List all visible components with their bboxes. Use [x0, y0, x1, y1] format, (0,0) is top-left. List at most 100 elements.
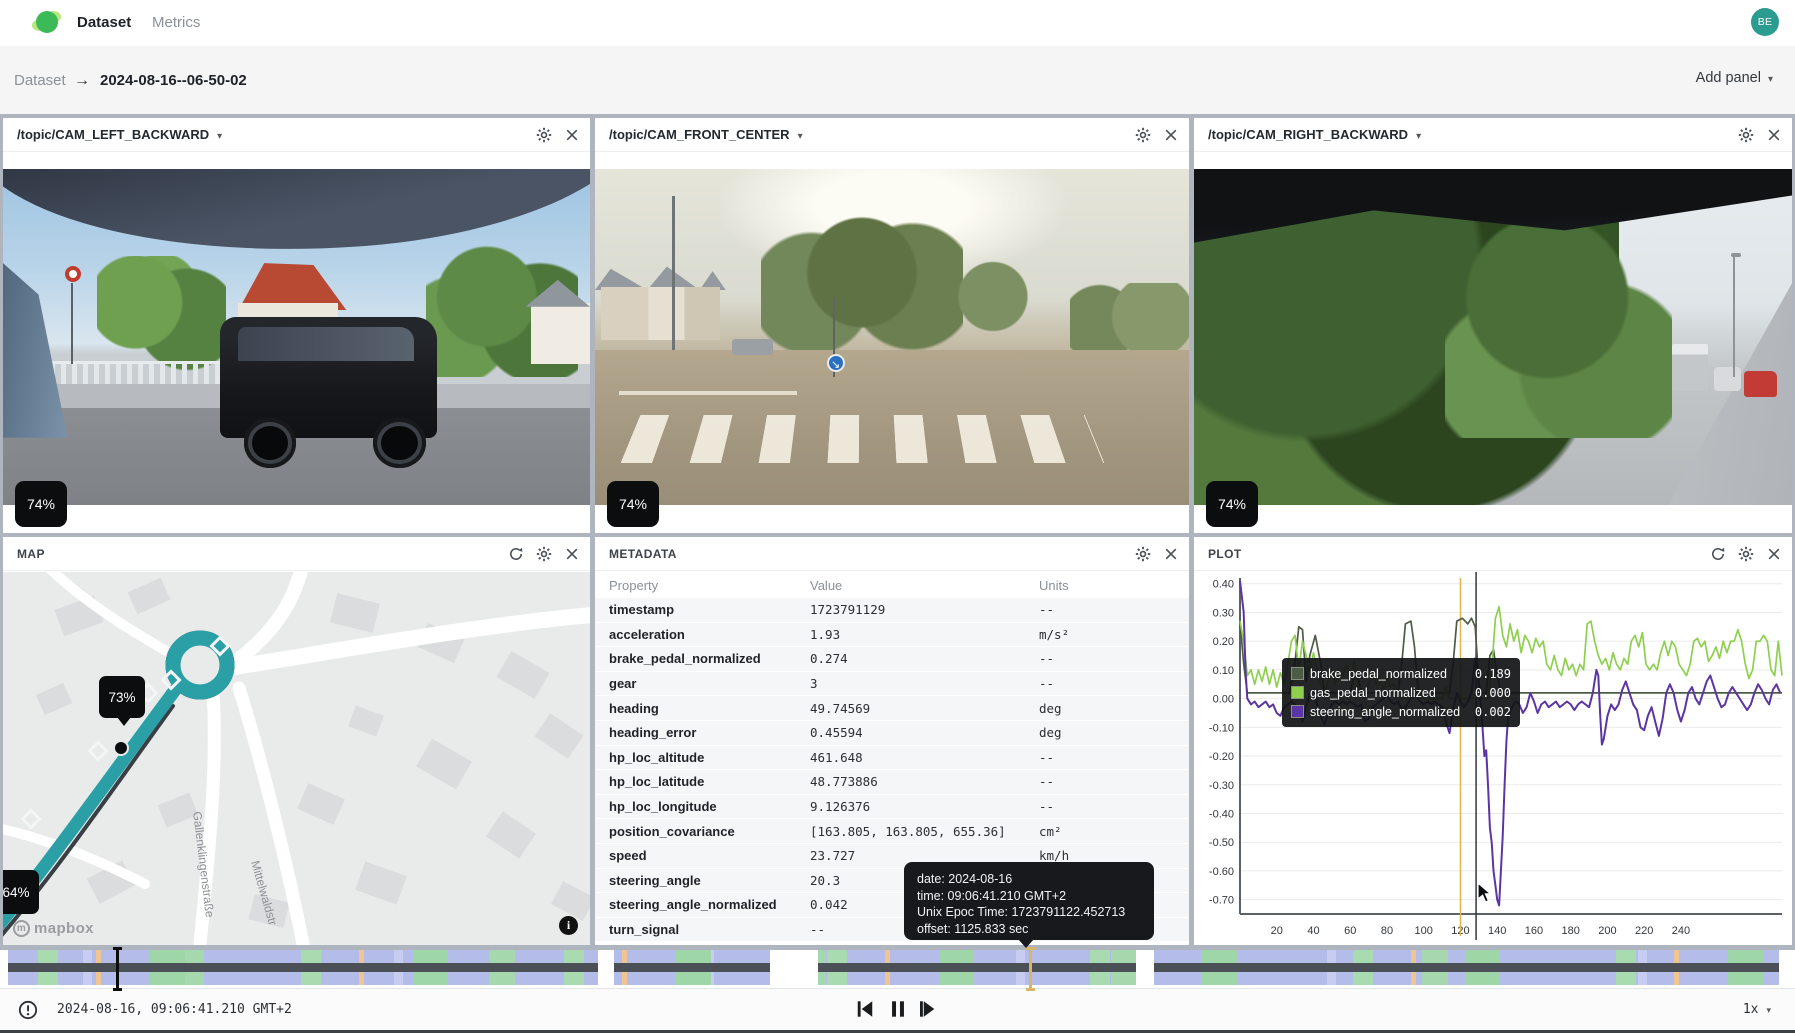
svg-text:20: 20	[1271, 925, 1283, 937]
svg-text:220: 220	[1635, 925, 1653, 937]
svg-text:-0.60: -0.60	[1209, 866, 1234, 878]
panel-cam-left-backward: /topic/CAM_LEFT_BACKWARD▾ 74%	[3, 118, 590, 533]
timeline-tooltip: date: 2024-08-16time: 09:06:41.210 GMT+2…	[904, 862, 1154, 940]
svg-text:0.40: 0.40	[1213, 579, 1234, 591]
add-panel-button[interactable]: Add panel▾	[1696, 70, 1773, 86]
gear-icon[interactable]	[1738, 127, 1754, 143]
plot-hover-legend: brake_pedal_normalized0.189gas_pedal_nor…	[1282, 658, 1520, 727]
panel-header: MAP	[3, 537, 590, 571]
houses	[601, 287, 720, 341]
table-row: hp_loc_altitude461.648--	[595, 746, 1189, 771]
close-icon[interactable]	[1163, 546, 1179, 562]
tab-dataset[interactable]: Dataset	[77, 0, 131, 46]
gear-icon[interactable]	[536, 127, 552, 143]
close-icon[interactable]	[564, 546, 580, 562]
breadcrumb-arrow-icon: →	[74, 70, 90, 92]
timeline-track-top[interactable]	[0, 950, 1795, 963]
topic-selector[interactable]: /topic/CAM_RIGHT_BACKWARD▾	[1208, 118, 1421, 152]
close-icon[interactable]	[1766, 127, 1782, 143]
table-row: brake_pedal_normalized0.274--	[595, 647, 1189, 672]
panel-map: MAP	[3, 537, 590, 945]
svg-text:-0.10: -0.10	[1209, 722, 1234, 734]
avatar[interactable]: BE	[1751, 8, 1779, 36]
utility-pole	[672, 196, 675, 351]
coverage-badge: 74%	[607, 481, 659, 527]
table-row: hp_loc_latitude48.773886--	[595, 770, 1189, 795]
legend-row: steering_angle_normalized0.002	[1291, 702, 1511, 721]
svg-text:-0.20: -0.20	[1209, 751, 1234, 763]
skip-to-end-button[interactable]	[920, 998, 942, 1020]
map-svg: Gallenklingenstraße Mittelwaldstr	[3, 572, 590, 945]
svg-text:0.20: 0.20	[1213, 636, 1234, 648]
mapbox-logo[interactable]: mmapbox	[13, 920, 94, 937]
legend-row: gas_pedal_normalized0.000	[1291, 683, 1511, 702]
mouse-cursor-icon	[1477, 882, 1493, 909]
plot-canvas[interactable]: 0.400.300.200.100.00-0.10-0.20-0.30-0.40…	[1194, 572, 1792, 945]
breadcrumb-root[interactable]: Dataset	[14, 70, 66, 92]
gear-icon[interactable]	[536, 546, 552, 562]
panel-header: /topic/CAM_FRONT_CENTER▾	[595, 118, 1189, 152]
svg-text:200: 200	[1598, 925, 1616, 937]
trees	[97, 256, 226, 370]
app-logo-icon[interactable]	[32, 9, 62, 37]
chevron-down-icon: ▾	[1766, 1005, 1771, 1015]
svg-text:-0.50: -0.50	[1209, 837, 1234, 849]
panel-title: MAP	[17, 537, 45, 571]
camera-image-left-backward	[3, 169, 590, 505]
map-progress-badge: 73%	[99, 676, 145, 718]
panel-cam-front-center: /topic/CAM_FRONT_CENTER▾ ↘ 74%	[595, 118, 1189, 533]
table-row: gear3--	[595, 672, 1189, 697]
gear-icon[interactable]	[1738, 546, 1754, 562]
svg-text:80: 80	[1381, 925, 1393, 937]
chevron-down-icon: ▾	[1416, 131, 1421, 142]
table-row: heading49.74569deg	[595, 696, 1189, 721]
playback-speed-selector[interactable]: 1x▾	[1743, 1002, 1771, 1017]
panel-plot: PLOT 0.400.300.200.100.00-0.10-0.20-0.30…	[1194, 537, 1792, 945]
panel-header: /topic/CAM_RIGHT_BACKWARD▾	[1194, 118, 1792, 152]
panel-header: /topic/CAM_LEFT_BACKWARD▾	[3, 118, 590, 152]
coverage-badge: 74%	[1206, 481, 1258, 527]
timeline-scrubber[interactable]	[0, 950, 1795, 988]
legend-swatch-icon	[1291, 705, 1304, 718]
svg-text:0.30: 0.30	[1213, 607, 1234, 619]
white-car	[1714, 367, 1741, 391]
gear-icon[interactable]	[1135, 546, 1151, 562]
close-icon[interactable]	[564, 127, 580, 143]
gear-icon[interactable]	[1135, 127, 1151, 143]
series-steering_angle_normalized	[1240, 581, 1780, 906]
tooltip-line: offset: 1125.833 sec	[917, 921, 1141, 938]
keep-right-sign: ↘	[827, 354, 845, 372]
refresh-icon[interactable]	[1710, 546, 1726, 562]
close-icon[interactable]	[1163, 127, 1179, 143]
svg-text:-0.30: -0.30	[1209, 780, 1234, 792]
legend-swatch-icon	[1291, 667, 1304, 680]
breadcrumb-current: 2024-08-16--06-50-02	[100, 70, 247, 92]
timeline-playhead[interactable]	[1029, 947, 1032, 991]
svg-text:140: 140	[1488, 925, 1506, 937]
close-icon[interactable]	[1766, 546, 1782, 562]
svg-text:-0.70: -0.70	[1209, 895, 1234, 907]
table-row: position_covariance[163.805, 163.805, 65…	[595, 819, 1189, 844]
svg-text:0.10: 0.10	[1213, 665, 1234, 677]
street-lamp	[1733, 256, 1736, 377]
panel-title: METADATA	[609, 537, 677, 571]
app-bar: Dataset Metrics BE	[0, 0, 1795, 46]
tab-metrics[interactable]: Metrics	[152, 0, 200, 46]
timeline-cursor-marker[interactable]	[116, 947, 119, 991]
topic-selector[interactable]: /topic/CAM_LEFT_BACKWARD▾	[17, 118, 222, 152]
svg-text:0.00: 0.00	[1213, 694, 1234, 706]
pause-button[interactable]	[887, 998, 909, 1020]
svg-text:60: 60	[1344, 925, 1356, 937]
svg-text:160: 160	[1525, 925, 1543, 937]
map-canvas[interactable]: Gallenklingenstraße Mittelwaldstr 73% 64…	[3, 572, 590, 945]
transport-bar: 2024-08-16, 09:06:41.210 GMT+2 1x▾	[0, 988, 1795, 1030]
topic-selector[interactable]: /topic/CAM_FRONT_CENTER▾	[609, 118, 803, 152]
table-row: hp_loc_longitude9.126376--	[595, 795, 1189, 820]
map-info-icon[interactable]: i	[559, 916, 578, 935]
timeline-track-band[interactable]	[0, 963, 1795, 972]
tooltip-line: date: 2024-08-16	[917, 871, 1141, 888]
vehicle-position-dot	[114, 741, 128, 755]
skip-to-start-button[interactable]	[854, 998, 876, 1020]
timeline-track-bottom[interactable]	[0, 972, 1795, 985]
refresh-icon[interactable]	[508, 546, 524, 562]
